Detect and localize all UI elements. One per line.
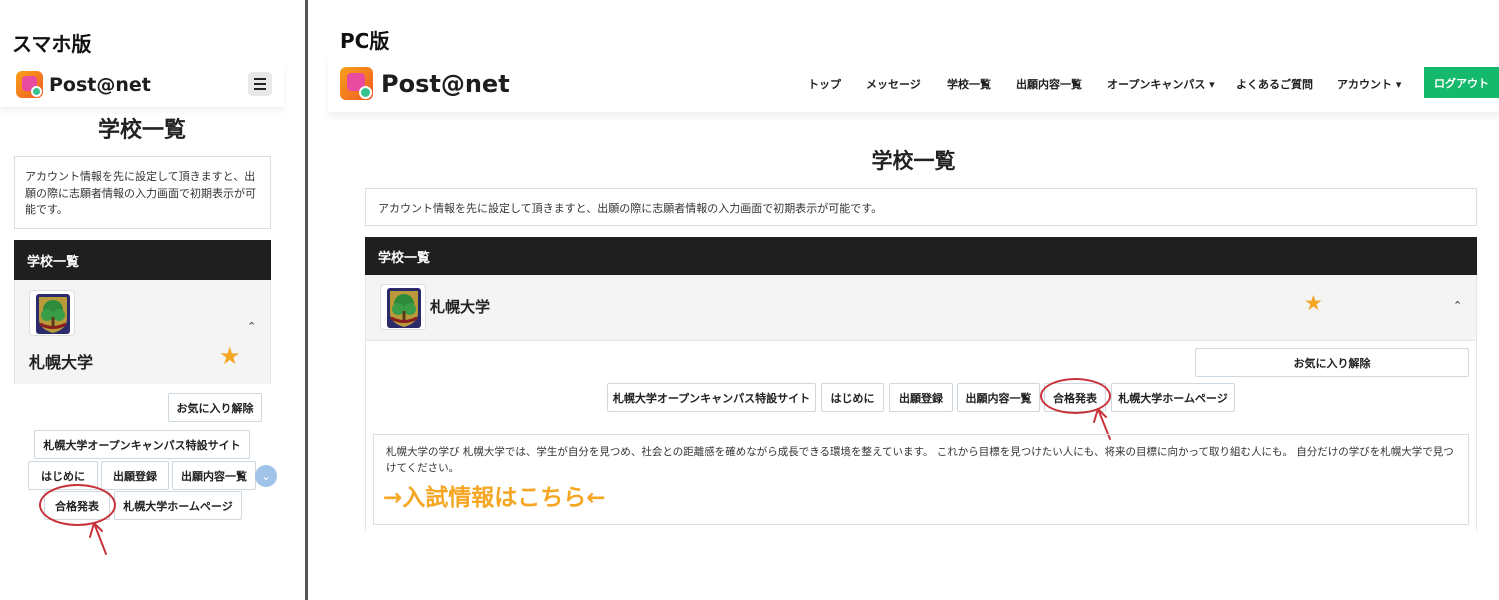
star-icon[interactable]: ★ (1304, 291, 1323, 315)
university-crest-icon (380, 284, 426, 330)
university-crest-icon (29, 290, 75, 336)
caption-pc: PC版 (340, 29, 390, 53)
intro-button[interactable]: はじめに (821, 383, 884, 412)
postanet-logo-icon (16, 71, 43, 98)
school-name[interactable]: 札幌大学 (430, 296, 490, 317)
open-campus-site-button[interactable]: 札幌大学オープンキャンパス特設サイト (607, 383, 816, 412)
school-name[interactable]: 札幌大学 (29, 349, 93, 373)
nav-top[interactable]: トップ (808, 76, 841, 92)
homepage-button[interactable]: 札幌大学ホームページ (1111, 383, 1235, 412)
application-register-button[interactable]: 出願登録 (889, 383, 953, 412)
school-card-header[interactable]: ⌃ 札幌大学 ★ (14, 280, 271, 384)
application-register-button[interactable]: 出願登録 (101, 461, 169, 490)
nav-message[interactable]: メッセージ (866, 76, 921, 92)
chevron-down-icon[interactable]: ⌄ (255, 465, 277, 487)
page-title: 学校一覧 (97, 118, 186, 143)
brand-logo[interactable]: Post@net (16, 71, 151, 98)
entrance-exam-info-link[interactable]: →入試情報はこちら← (383, 478, 606, 512)
account-notice: アカウント情報を先に設定して頂きますと、出願の際に志願者情報の入力画面で初期表示… (365, 188, 1477, 226)
account-notice: アカウント情報を先に設定して頂きますと、出願の際に志願者情報の入力画面で初期表示… (14, 156, 271, 229)
pc-navbar: Post@net トップ メッセージ 学校一覧 出願内容一覧 オープンキャンパス… (328, 56, 1499, 112)
nav-school-list[interactable]: 学校一覧 (947, 76, 991, 92)
open-campus-site-button[interactable]: 札幌大学オープンキャンパス特設サイト (34, 430, 250, 459)
chevron-up-icon[interactable]: ⌃ (247, 320, 256, 333)
nav-open-campus[interactable]: オープンキャンパス ▾ (1107, 76, 1215, 92)
panel-divider (305, 0, 308, 600)
hamburger-icon[interactable] (248, 72, 272, 96)
star-icon[interactable]: ★ (219, 342, 241, 370)
brand-name: Post@net (49, 73, 151, 96)
nav-account[interactable]: アカウント ▾ (1337, 76, 1401, 92)
smartphone-panel: Post@net 学校一覧 アカウント情報を先に設定して頂きますと、出願の際に志… (0, 0, 284, 600)
favorite-remove-button[interactable]: お気に入り解除 (1195, 348, 1469, 377)
application-list-button[interactable]: 出願内容一覧 (172, 461, 256, 490)
homepage-button[interactable]: 札幌大学ホームページ (114, 491, 242, 520)
postanet-logo-icon (340, 67, 373, 100)
school-card-header[interactable]: 札幌大学 ★ ⌃ (365, 275, 1477, 341)
school-list-header: 学校一覧 (365, 237, 1477, 275)
application-list-button[interactable]: 出願内容一覧 (957, 383, 1040, 412)
nav-application-list[interactable]: 出願内容一覧 (1016, 76, 1082, 92)
annotation-arrow-icon (89, 522, 107, 555)
brand-logo[interactable]: Post@net (340, 67, 510, 100)
school-list-header: 学校一覧 (14, 240, 271, 280)
nav-faq[interactable]: よくあるご質問 (1236, 76, 1313, 92)
page-title: 学校一覧 (871, 149, 956, 173)
logout-button[interactable]: ログアウト (1424, 67, 1499, 98)
brand-name: Post@net (381, 69, 510, 98)
chevron-up-icon[interactable]: ⌃ (1453, 299, 1462, 312)
favorite-remove-button[interactable]: お気に入り解除 (168, 393, 262, 422)
mobile-navbar: Post@net (0, 63, 284, 107)
